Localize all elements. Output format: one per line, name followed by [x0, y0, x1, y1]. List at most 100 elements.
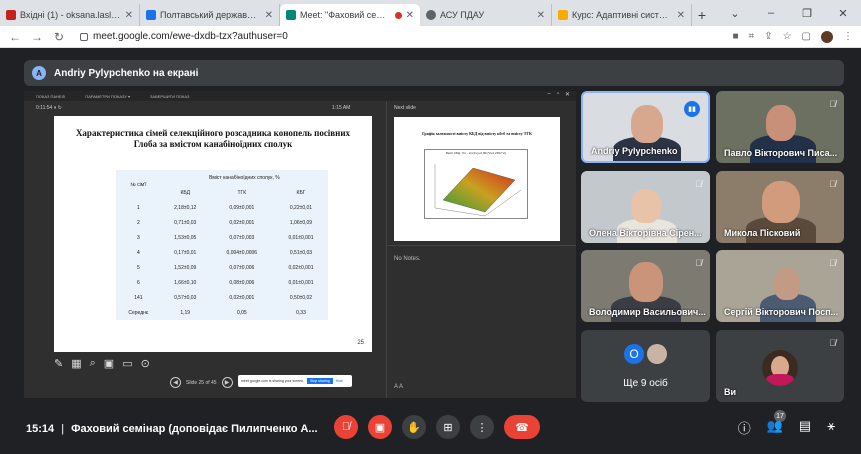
address-bar[interactable]: meet.google.com/ewe-dxdb-tzx?authuser=0	[74, 28, 725, 46]
mic-off-icon: 🎙̸	[829, 99, 836, 109]
slideshow-clock: 1:15 AM	[332, 105, 351, 111]
translate-icon[interactable]: ⌗	[749, 31, 755, 42]
more-participants-tile[interactable]: O Ще 9 осіб	[581, 330, 710, 402]
shared-screen[interactable]: ПОКАЗ ПАНЕЛІ ПАРАМЕТРИ ПОКАЗУ ▾ ЗАВЕРШИТ…	[24, 91, 576, 398]
browser-tab-meet[interactable]: Meet: "Фаховий семінар ✕	[280, 4, 420, 26]
minimize-icon[interactable]: –	[753, 7, 789, 19]
hide-button[interactable]: Hide	[336, 379, 343, 383]
tab-label: Вхідні (1) - oksana.laslo@pd	[20, 10, 121, 20]
people-icon[interactable]: 👥	[767, 418, 783, 437]
participant-name: Andriy Pylypchenko	[591, 146, 678, 156]
site-icon	[426, 10, 436, 20]
participant-tile[interactable]: 🎙̸ Олена Вікторівна Сірен...	[581, 171, 710, 243]
bookmark-star-icon[interactable]: ☆	[783, 31, 792, 42]
more-options-button[interactable]: ⋮	[470, 415, 494, 439]
pen-icon[interactable]: ✎	[54, 357, 63, 370]
more-participants-label: Ще 9 осіб	[623, 378, 668, 389]
next-slide-label: Next slide	[394, 105, 416, 111]
profile-avatar[interactable]	[821, 30, 833, 43]
url-text: meet.google.com/ewe-dxdb-tzx?authuser=0	[93, 31, 288, 42]
share-icon[interactable]: ⇪	[764, 31, 772, 42]
menu-kebab-icon[interactable]: ⋮	[843, 31, 853, 42]
camera-off-button[interactable]: ▣	[368, 415, 392, 439]
activities-icon[interactable]: ⚹	[827, 418, 835, 437]
speaker-notes: No Notes.	[394, 256, 421, 262]
close-icon[interactable]: ✕	[265, 10, 273, 21]
slide-tools: ✎ ▦ ⌕ ▣ ▭ ⊙	[54, 357, 150, 370]
current-time: 15:14	[26, 423, 55, 435]
meet-main: A Andriy Pylypchenko на екрані ПОКАЗ ПАН…	[0, 48, 861, 454]
slide-page-number: 25	[357, 340, 364, 346]
restore-icon[interactable]: ❐	[789, 7, 825, 20]
chat-icon[interactable]: ▤	[799, 418, 811, 437]
participant-tile[interactable]: 🎙̸ Павло Вікторович Писа...	[716, 91, 844, 163]
table-row: 2 0,71±0,03 0,02±0,001 1,06±0,09	[137, 219, 313, 226]
slide-navigation: ◀ Slide 25 of 45 ▶	[170, 377, 233, 388]
participant-avatar: O	[624, 344, 644, 364]
reload-icon[interactable]: ↻	[52, 30, 66, 44]
mic-off-button[interactable]: 🎙̸	[334, 415, 358, 439]
more-options-icon[interactable]: ⊙	[141, 357, 150, 370]
sharing-notification: meet.google.com is sharing your screen. …	[238, 375, 352, 387]
participant-tile[interactable]: ▮▮ Andriy Pylypchenko	[581, 91, 710, 163]
leave-call-button[interactable]: ☎	[504, 415, 540, 439]
lock-icon	[80, 32, 88, 41]
back-icon[interactable]: ←	[8, 30, 22, 44]
presenter-label: Andriy Pylypchenko на екрані	[54, 67, 199, 79]
new-tab-button[interactable]: +	[692, 4, 712, 26]
close-icon[interactable]: ✕	[537, 10, 545, 21]
speaking-indicator-icon: ▮▮	[684, 101, 700, 117]
tab-label: Полтавський державний аг	[160, 10, 261, 20]
table-col-header: КБД	[180, 189, 191, 196]
browser-tab-asu[interactable]: АСУ ПДАУ ✕	[420, 4, 552, 26]
self-tile[interactable]: 🎙̸ Ви	[716, 330, 844, 402]
table-col-header: КБГ	[296, 189, 306, 196]
slide-table: № сім'ї Вміст канабіноїдних сполук, % КБ…	[116, 170, 328, 320]
prev-slide-icon[interactable]: ◀	[170, 377, 181, 388]
participant-tile[interactable]: 🎙̸ Володимир Васильович...	[581, 250, 710, 322]
screen-icon[interactable]: ▣	[104, 357, 114, 370]
close-window-icon[interactable]: ✕	[825, 7, 861, 20]
close-icon[interactable]: ✕	[125, 10, 133, 21]
camera-icon[interactable]: ■	[733, 31, 739, 42]
tab-label: Курс: Адаптивні системи зе	[572, 10, 673, 20]
table-header-family: № сім'ї	[130, 182, 147, 188]
display-settings-label: ПАРАМЕТРИ ПОКАЗУ ▾	[85, 93, 130, 99]
sharing-text: meet.google.com is sharing your screen.	[241, 379, 305, 383]
mic-off-icon: 🎙̸	[695, 258, 702, 268]
present-button[interactable]: ⊞	[436, 415, 460, 439]
meet-bottom-bar: 15:14 | Фаховий семінар (доповідає Пилип…	[0, 404, 861, 454]
show-taskbar-label: ПОКАЗ ПАНЕЛІ	[36, 93, 66, 99]
browser-tab-gmail[interactable]: Вхідні (1) - oksana.laslo@pd ✕	[0, 4, 140, 26]
browser-tab-course[interactable]: Курс: Адаптивні системи зе ✕	[552, 4, 692, 26]
self-name: Ви	[724, 387, 737, 397]
stop-sharing-button[interactable]: Stop sharing	[307, 378, 333, 384]
info-icon[interactable]: ⓘ	[738, 418, 751, 437]
table-row: Середнє 1,19 0,05 0,33	[128, 309, 306, 316]
participant-name: Олена Вікторівна Сірен...	[589, 228, 702, 238]
see-all-slides-icon[interactable]: ▦	[71, 357, 81, 370]
close-icon[interactable]: ✕	[677, 10, 685, 21]
site-icon	[146, 10, 156, 20]
subtitles-icon[interactable]: ▭	[122, 357, 132, 370]
current-slide: Характеристика сімей селекційного розсад…	[54, 116, 372, 352]
plot-title: Вміст КБД, %= - sin(1/x)+0,99x^2+0,265x^…	[445, 151, 507, 155]
participant-tile[interactable]: 🎙̸ Микола Пісковий	[716, 171, 844, 243]
chevron-down-icon[interactable]: ⌄	[717, 7, 753, 20]
presenter-banner: A Andriy Pylypchenko на екрані	[24, 60, 844, 86]
participant-tile[interactable]: 🎙̸ Сергій Вікторович Посп...	[716, 250, 844, 322]
close-icon[interactable]: ✕	[406, 10, 414, 21]
zoom-icon[interactable]: ⌕	[90, 357, 96, 370]
forward-icon[interactable]: →	[30, 30, 44, 44]
raise-hand-button[interactable]: ✋	[402, 415, 426, 439]
meeting-title: Фаховий семінар (доповідає Пилипченко А.…	[71, 423, 318, 435]
notes-font-controls[interactable]: A A	[394, 384, 403, 390]
browser-tab-university[interactable]: Полтавський державний аг ✕	[140, 4, 280, 26]
table-row: 4 0,17±0,01 0,004±0,0006 0,51±0,03	[137, 249, 313, 256]
mic-off-icon: 🎙̸	[829, 338, 836, 348]
mic-off-icon: 🎙̸	[341, 421, 351, 433]
sidebar-icon[interactable]: ▢	[802, 31, 811, 42]
next-slide-icon[interactable]: ▶	[221, 377, 233, 388]
hand-icon: ✋	[407, 421, 421, 434]
screen-window-controls: – ▫ ✕	[547, 91, 570, 98]
